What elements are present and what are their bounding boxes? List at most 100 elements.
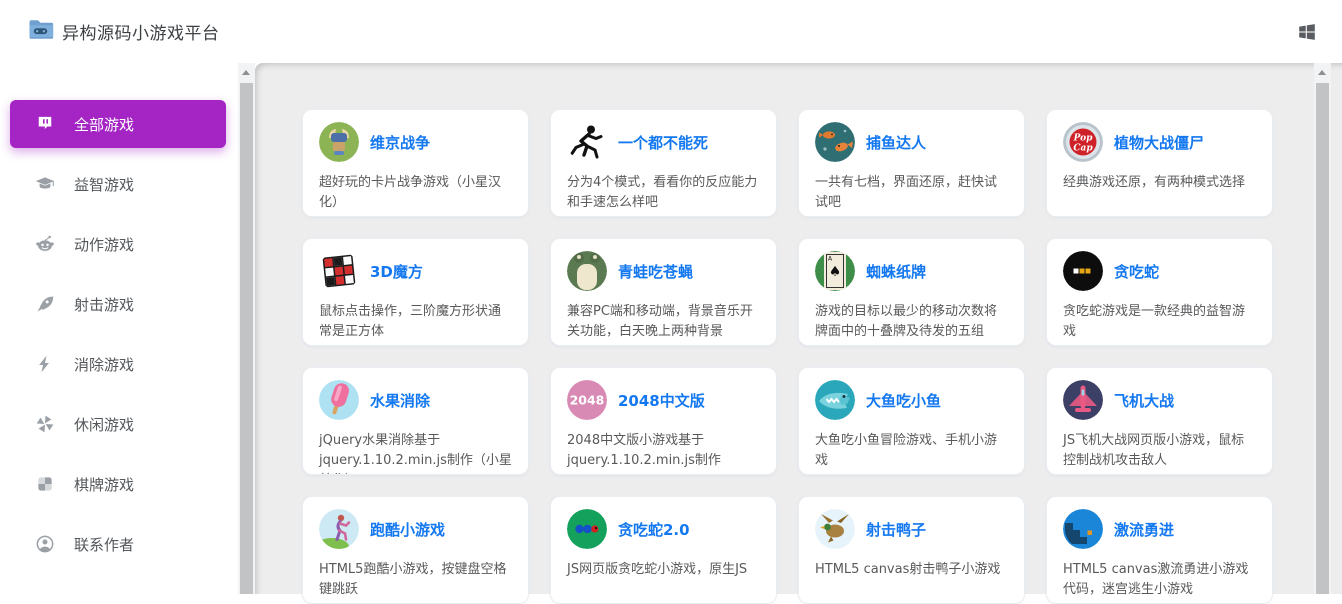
game-card[interactable]: 青蛙吃苍蝇兼容PC端和移动端，背景音乐开关功能，白天晚上两种背景 <box>550 238 777 346</box>
user-icon <box>35 534 55 554</box>
game-card-header: 跑酷小游戏 <box>319 509 512 549</box>
game-card-header: 贪吃蛇2.0 <box>567 509 760 549</box>
game-card[interactable]: 激流勇进 HTML5 canvas激流勇进小游戏代码，迷宫逃生小游戏 <box>1046 496 1273 604</box>
game-description: HTML5 canvas射击鸭子小游戏 <box>815 560 1008 580</box>
game-title-link[interactable]: 贪吃蛇 <box>1114 261 1159 282</box>
game-title-link[interactable]: 维京战争 <box>370 132 430 153</box>
game-card-header: 激流勇进 <box>1063 509 1256 549</box>
game-card[interactable]: 20482048中文版2048中文版小游戏基于jquery.1.10.2.min… <box>550 367 777 475</box>
game-title-link[interactable]: 大鱼吃小鱼 <box>866 390 941 411</box>
checkerboard-icon <box>35 474 55 494</box>
sidebar-item-label: 消除游戏 <box>74 354 134 375</box>
sidebar-item-elimination-games[interactable]: 消除游戏 <box>10 340 226 388</box>
game-title-link[interactable]: 激流勇进 <box>1114 519 1174 540</box>
sidebar-item-shooting-games[interactable]: 射击游戏 <box>10 280 226 328</box>
scroll-up-arrow-icon[interactable] <box>242 70 250 75</box>
game-description: 游戏的目标以最少的移动次数将牌面中的十叠牌及待发的五组 <box>815 302 1008 342</box>
game-title-link[interactable]: 植物大战僵尸 <box>1114 132 1204 153</box>
plane-war-icon <box>1063 380 1103 420</box>
sidebar-item-label: 射击游戏 <box>74 294 134 315</box>
gamepad-folder-icon <box>27 16 54 47</box>
app-logo: 异构源码小游戏平台 <box>0 16 220 47</box>
twitch-icon <box>35 114 55 134</box>
sidebar-item-label: 益智游戏 <box>74 174 134 195</box>
game-card-header: 青蛙吃苍蝇 <box>567 251 760 291</box>
game-title-link[interactable]: 跑酷小游戏 <box>370 519 445 540</box>
game-card[interactable]: 射击鸭子 HTML5 canvas射击鸭子小游戏 <box>798 496 1025 604</box>
sidebar-scrollbar-thumb[interactable] <box>240 83 253 594</box>
rubik-cube-icon <box>319 251 359 291</box>
sidebar: 全部游戏益智游戏动作游戏射击游戏消除游戏休闲游戏棋牌游戏联系作者 <box>0 63 238 594</box>
main-scrollbar-thumb[interactable] <box>1316 83 1329 594</box>
game-card-header: 射击鸭子 <box>815 509 1008 549</box>
game-title-link[interactable]: 2048中文版 <box>618 390 705 411</box>
g2048-icon: 2048 <box>567 380 607 420</box>
game-card[interactable]: 维京战争超好玩的卡片战争游戏（小星汉化） <box>302 109 529 217</box>
game-card[interactable]: 跑酷小游戏 HTML5跑酷小游戏，按键盘空格键跳跃 <box>302 496 529 604</box>
game-card[interactable]: 大鱼吃小鱼大鱼吃小鱼冒险游戏、手机小游戏 <box>798 367 1025 475</box>
game-title-link[interactable]: 飞机大战 <box>1114 390 1174 411</box>
sidebar-item-action-games[interactable]: 动作游戏 <box>10 220 226 268</box>
game-card[interactable]: 飞机大战 JS飞机大战网页版小游戏，鼠标控制战机攻击敌人 <box>1046 367 1273 475</box>
game-description: HTML5 canvas激流勇进小游戏代码，迷宫逃生小游戏 <box>1063 560 1256 600</box>
game-title-link[interactable]: 捕鱼达人 <box>866 132 926 153</box>
game-card[interactable]: 捕鱼达人一共有七档，界面还原，赶快试试吧 <box>798 109 1025 217</box>
game-card-header: 水果消除 <box>319 380 512 420</box>
game-description: 分为4个模式，看看你的反应能力和手速怎么样吧 <box>567 173 760 213</box>
sidebar-item-label: 棋牌游戏 <box>74 474 134 495</box>
sidebar-item-label: 联系作者 <box>74 534 134 555</box>
game-card-header: 维京战争 <box>319 122 512 162</box>
game-description: HTML5跑酷小游戏，按键盘空格键跳跃 <box>319 560 512 600</box>
game-title-link[interactable]: 射击鸭子 <box>866 519 926 540</box>
svg-text:2048: 2048 <box>570 393 605 408</box>
game-title-link[interactable]: 水果消除 <box>370 390 430 411</box>
game-card-header: 3D魔方 <box>319 251 512 291</box>
game-description: 一共有七档，界面还原，赶快试试吧 <box>815 173 1008 213</box>
game-card[interactable]: 贪吃蛇贪吃蛇游戏是一款经典的益智游戏 <box>1046 238 1273 346</box>
game-description: JS飞机大战网页版小游戏，鼠标控制战机攻击敌人 <box>1063 431 1256 471</box>
game-card[interactable]: 3D魔方鼠标点击操作，三阶魔方形状通常是正方体 <box>302 238 529 346</box>
scroll-up-arrow-icon[interactable] <box>1318 70 1326 75</box>
game-title-link[interactable]: 一个都不能死 <box>618 132 708 153</box>
game-card[interactable]: ♠A蜘蛛纸牌游戏的目标以最少的移动次数将牌面中的十叠牌及待发的五组 <box>798 238 1025 346</box>
parkour-icon <box>319 509 359 549</box>
game-card-header: 贪吃蛇 <box>1063 251 1256 291</box>
game-card[interactable]: 一个都不能死分为4个模式，看看你的反应能力和手速怎么样吧 <box>550 109 777 217</box>
game-description: jQuery水果消除基于jquery.1.10.2.min.js制作（小星美化） <box>319 431 512 475</box>
game-description: 超好玩的卡片战争游戏（小星汉化） <box>319 173 512 213</box>
game-card[interactable]: PopCap植物大战僵尸经典游戏还原，有两种模式选择 <box>1046 109 1273 217</box>
game-title-link[interactable]: 蜘蛛纸牌 <box>866 261 926 282</box>
popcap-icon: PopCap <box>1063 122 1103 162</box>
game-card[interactable]: 贪吃蛇2.0 JS网页版贪吃蛇小游戏，原生JS <box>550 496 777 604</box>
viking-war-icon <box>319 122 359 162</box>
game-title-link[interactable]: 贪吃蛇2.0 <box>618 519 690 540</box>
game-description: 鼠标点击操作，三阶魔方形状通常是正方体 <box>319 302 512 342</box>
sidebar-item-all-games[interactable]: 全部游戏 <box>10 100 226 148</box>
game-title-link[interactable]: 青蛙吃苍蝇 <box>618 261 693 282</box>
sidebar-item-label: 动作游戏 <box>74 234 134 255</box>
app-header: 异构源码小游戏平台 <box>0 0 1342 63</box>
game-card[interactable]: 水果消除 jQuery水果消除基于jquery.1.10.2.min.js制作（小… <box>302 367 529 475</box>
games-grid: 维京战争超好玩的卡片战争游戏（小星汉化）一个都不能死分为4个模式，看看你的反应能… <box>302 109 1273 604</box>
sidebar-scrollbar <box>238 63 255 594</box>
game-card-header: 捕鱼达人 <box>815 122 1008 162</box>
game-description: JS网页版贪吃蛇小游戏，原生JS <box>567 560 760 580</box>
game-card-header: ♠A蜘蛛纸牌 <box>815 251 1008 291</box>
game-card-header: 一个都不能死 <box>567 122 760 162</box>
sidebar-item-contact-author[interactable]: 联系作者 <box>10 520 226 568</box>
game-card-header: 2048 2048中文版 <box>567 380 760 420</box>
reddit-icon <box>35 234 55 254</box>
pinwheel-icon <box>35 414 55 434</box>
windows-logo-icon[interactable] <box>1294 19 1320 45</box>
game-card-header: 飞机大战 <box>1063 380 1256 420</box>
sidebar-item-board-games[interactable]: 棋牌游戏 <box>10 460 226 508</box>
game-title-link[interactable]: 3D魔方 <box>370 261 423 282</box>
snake-pixel-icon <box>1063 251 1103 291</box>
game-description: 兼容PC端和移动端，背景音乐开关功能，白天晚上两种背景 <box>567 302 760 342</box>
stick-runner-icon <box>567 122 607 162</box>
sidebar-item-casual-games[interactable]: 休闲游戏 <box>10 400 226 448</box>
page-title: 异构源码小游戏平台 <box>62 19 220 44</box>
rocket-icon <box>35 294 55 314</box>
popsicle-icon <box>319 380 359 420</box>
sidebar-item-puzzle-games[interactable]: 益智游戏 <box>10 160 226 208</box>
